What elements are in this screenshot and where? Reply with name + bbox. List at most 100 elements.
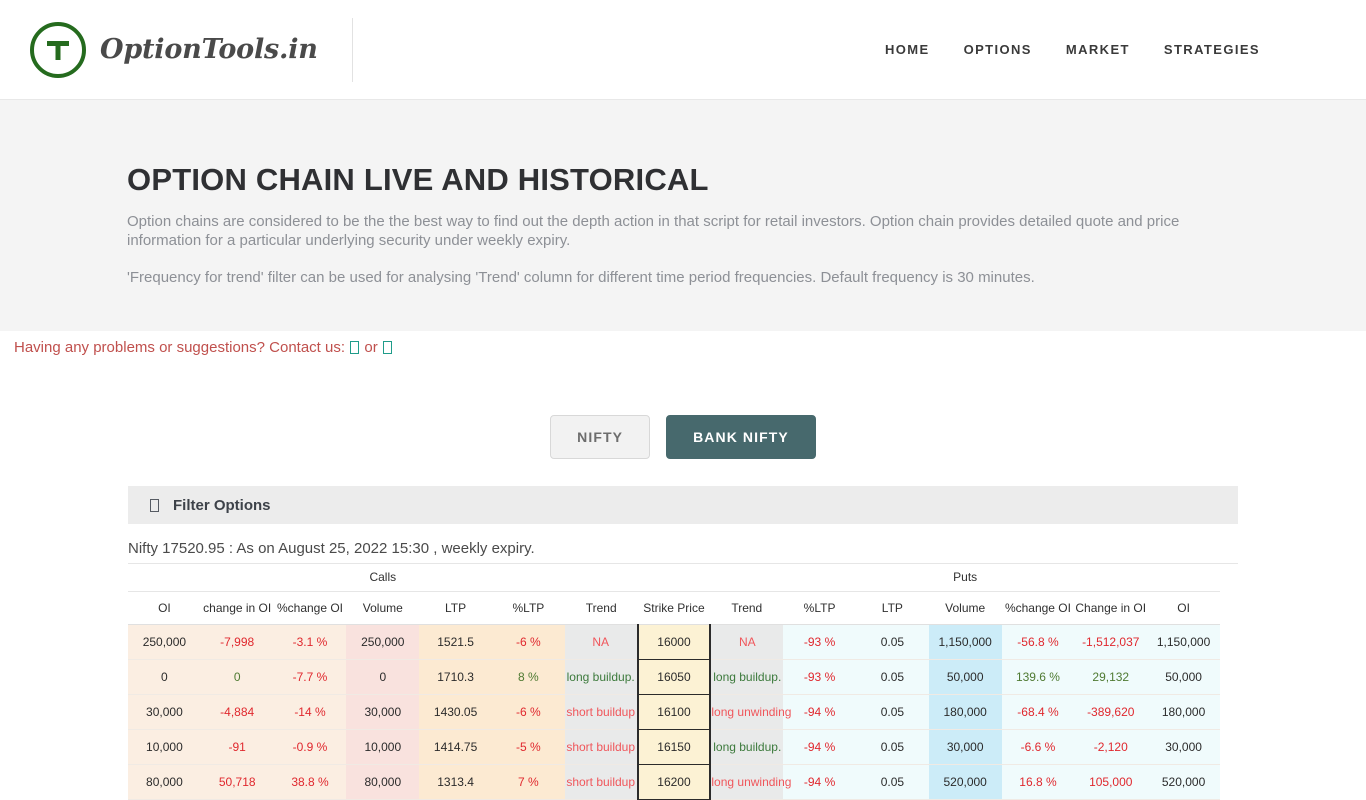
cell-call-volume: 10,000 <box>346 729 420 765</box>
contact-strip: Having any problems or suggestions? Cont… <box>0 331 1366 364</box>
page-title: OPTION CHAIN LIVE AND HISTORICAL <box>127 162 709 197</box>
cell-put-pltp: -94 % <box>783 694 856 730</box>
column-header-9: %LTP <box>783 591 856 625</box>
cell-call-oi: 30,000 <box>128 694 201 730</box>
cell-put-trend: long buildup. <box>710 659 784 695</box>
cell-put-pcoi: -68.4 % <box>1001 694 1075 730</box>
nav-item-options[interactable]: OPTIONS <box>964 42 1032 57</box>
missing-glyph-icon-2[interactable] <box>382 341 392 355</box>
cell-put-ltp: 0.05 <box>855 764 929 800</box>
cell-call-volume: 0 <box>346 659 420 695</box>
contact-label: Having any problems or suggestions? Cont… <box>14 339 346 357</box>
cell-call-pcoi: -3.1 % <box>273 624 347 660</box>
missing-glyph-icon[interactable] <box>350 341 360 355</box>
hero-section: OPTION CHAIN LIVE AND HISTORICAL Option … <box>0 100 1366 332</box>
column-header-11: Volume <box>928 591 1002 625</box>
cell-put-oi: 50,000 <box>1147 659 1220 695</box>
column-header-5: %LTP <box>491 591 565 625</box>
group-header-spacer <box>637 564 711 592</box>
cell-strike: 16050 <box>636 658 712 695</box>
cell-strike: 16100 <box>636 693 712 730</box>
cell-call-oi: 10,000 <box>128 729 201 765</box>
cell-call-coi: -91 <box>200 729 274 765</box>
cell-put-oi: 1,150,000 <box>1147 624 1220 660</box>
circle-t-logo-icon <box>30 21 86 78</box>
group-header-puts: Puts <box>710 564 1220 592</box>
cell-call-trend: short buildup <box>564 694 638 730</box>
column-header-14: OI <box>1147 591 1220 625</box>
cell-put-oi: 180,000 <box>1147 694 1220 730</box>
market-status-line: Nifty 17520.95 : As on August 25, 2022 1… <box>128 540 1238 565</box>
cell-put-coi: -2,120 <box>1074 729 1148 765</box>
cell-call-pcoi: -0.9 % <box>273 729 347 765</box>
index-tab-group: NIFTY BANK NIFTY <box>0 415 1366 460</box>
cell-call-pltp: -6 % <box>491 694 565 730</box>
cell-put-pcoi: 16.8 % <box>1001 764 1075 800</box>
cell-put-pltp: -93 % <box>783 659 856 695</box>
column-header-13: Change in OI <box>1074 591 1148 625</box>
cell-put-ltp: 0.05 <box>855 694 929 730</box>
cell-put-coi: -389,620 <box>1074 694 1148 730</box>
cell-call-ltp: 1430.05 <box>419 694 492 730</box>
table-body: 250,000 -7,998 -3.1 % 250,000 1521.5 -6 % NA 16… <box>128 623 1220 800</box>
cell-call-pcoi: -7.7 % <box>273 659 347 695</box>
table-row[interactable]: 250,000 -7,998 -3.1 % 250,000 1521.5 -6 % NA 16… <box>128 623 1220 660</box>
cell-call-pltp: 8 % <box>491 659 565 695</box>
cell-put-trend: long unwinding <box>710 764 791 800</box>
cell-strike: 16200 <box>636 763 712 800</box>
nav-item-market[interactable]: MARKET <box>1066 42 1130 57</box>
cell-call-ltp: 1521.5 <box>419 624 492 660</box>
cell-put-trend: long buildup. <box>710 729 784 765</box>
brand-name: OptionTools.in <box>100 34 318 65</box>
table-row[interactable]: 10,000 -91 -0.9 % 10,000 1414.75 -5 % short bu… <box>128 728 1220 765</box>
tab-bank-nifty[interactable]: BANK NIFTY <box>666 415 816 460</box>
cell-strike: 16150 <box>636 728 712 765</box>
table-row[interactable]: 80,000 50,718 38.8 % 80,000 1313.4 7 % short b… <box>128 763 1220 800</box>
top-navbar: OptionTools.in HOME OPTIONS MARKET STRAT… <box>0 0 1366 100</box>
cell-call-volume: 80,000 <box>346 764 420 800</box>
nav-item-home[interactable]: HOME <box>885 42 930 57</box>
cell-call-trend: short buildup <box>564 764 638 800</box>
cell-call-coi: -7,998 <box>200 624 274 660</box>
contact-separator: or <box>364 339 378 357</box>
nav-item-strategies[interactable]: STRATEGIES <box>1164 42 1260 57</box>
cell-put-pcoi: 139.6 % <box>1001 659 1075 695</box>
cell-call-pltp: -6 % <box>491 624 565 660</box>
cell-put-pltp: -93 % <box>783 624 856 660</box>
cell-put-volume: 30,000 <box>928 729 1002 765</box>
cell-put-coi: 29,132 <box>1074 659 1148 695</box>
cell-call-ltp: 1313.4 <box>419 764 492 800</box>
brand-logo[interactable]: OptionTools.in <box>30 17 353 82</box>
contact-text: Having any problems or suggestions? Cont… <box>14 339 393 356</box>
tab-nifty[interactable]: NIFTY <box>550 415 651 460</box>
filter-options-bar[interactable]: Filter Options <box>128 486 1238 525</box>
cell-call-pltp: -5 % <box>491 729 565 765</box>
table-row[interactable]: 30,000 -4,884 -14 % 30,000 1430.05 -6 % short … <box>128 693 1220 730</box>
cell-put-ltp: 0.05 <box>855 659 929 695</box>
column-header-4: LTP <box>419 591 492 625</box>
table-row[interactable]: 0 0 -7.7 % 0 1710.3 8 % long buildup. 16050 long… <box>128 658 1220 695</box>
filter-glyph-icon <box>150 498 159 512</box>
cell-put-oi: 30,000 <box>1147 729 1220 765</box>
cell-call-pcoi: 38.8 % <box>273 764 347 800</box>
filter-options-label: Filter Options <box>173 496 271 514</box>
hero-description-2: 'Frequency for trend' filter can be used… <box>127 269 1035 287</box>
cell-put-pcoi: -6.6 % <box>1001 729 1075 765</box>
cell-put-volume: 50,000 <box>928 659 1002 695</box>
cell-call-coi: -4,884 <box>200 694 274 730</box>
column-header-3: Volume <box>346 591 420 625</box>
cell-put-coi: -1,512,037 <box>1074 624 1148 660</box>
cell-call-oi: 250,000 <box>128 624 201 660</box>
cell-put-pltp: -94 % <box>783 764 856 800</box>
cell-put-pcoi: -56.8 % <box>1001 624 1075 660</box>
hero-description-1: Option chains are considered to be the t… <box>127 213 1180 250</box>
cell-call-ltp: 1414.75 <box>419 729 492 765</box>
column-header-8: Trend <box>710 591 784 625</box>
group-header-calls: Calls <box>128 564 638 592</box>
cell-put-ltp: 0.05 <box>855 729 929 765</box>
cell-call-trend: short buildup <box>564 729 638 765</box>
column-header-2: %change OI <box>273 591 347 625</box>
cell-call-trend: NA <box>564 624 638 660</box>
column-header-7: Strike Price <box>637 591 711 625</box>
cell-put-ltp: 0.05 <box>855 624 929 660</box>
